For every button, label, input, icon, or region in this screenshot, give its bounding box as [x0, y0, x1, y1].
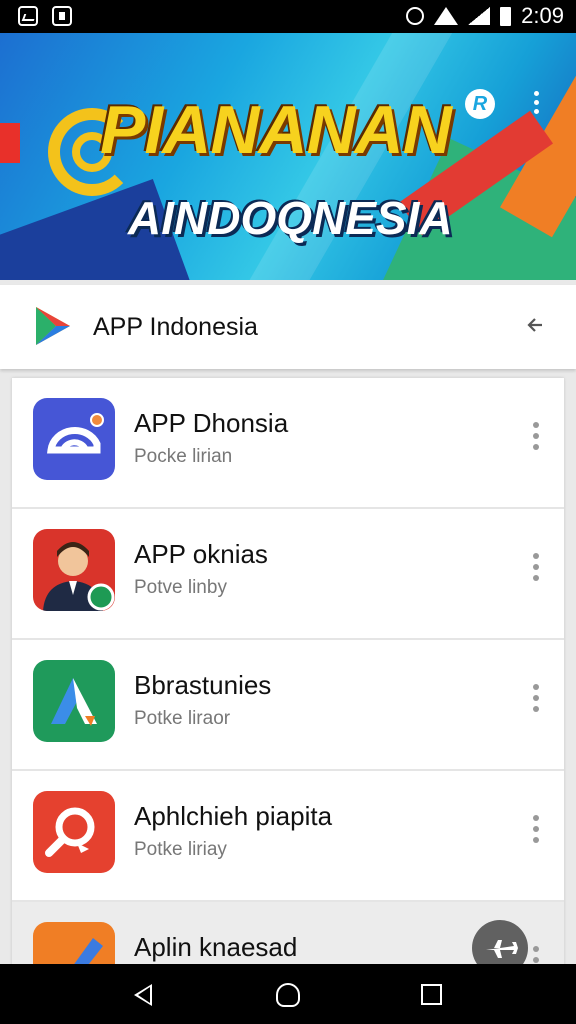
wifi-icon	[434, 7, 459, 25]
back-arrow-icon[interactable]	[526, 315, 546, 335]
app-title: Aplin knaesad	[134, 932, 298, 962]
app-title: Aphlchieh piapita	[134, 801, 333, 831]
app-bar-title: APP Indonesia	[93, 313, 258, 341]
status-time: 2:09	[521, 3, 564, 28]
cloud-app-icon	[33, 398, 115, 480]
arrow-app-icon	[33, 660, 115, 742]
list-item[interactable]: APP Dhonsia Pocke lirian	[12, 378, 564, 509]
promo-banner[interactable]: PIANANAN AINDOQNESIA R	[0, 33, 576, 280]
more-options-icon[interactable]	[532, 422, 540, 454]
search-app-icon	[33, 791, 115, 873]
alarm-icon	[406, 7, 425, 25]
system-nav-bar	[0, 964, 576, 1024]
app-subtitle: Potke liraor	[134, 708, 231, 729]
banner-subtitle: AINDOQNESIA	[128, 192, 453, 244]
app-subtitle: Pocke lirian	[134, 446, 233, 467]
banner-more-icon[interactable]	[532, 91, 540, 117]
more-options-icon[interactable]	[532, 815, 540, 847]
app-title: APP Dhonsia	[134, 408, 289, 438]
nav-home-icon[interactable]	[276, 983, 300, 1007]
app-bar: APP Indonesia	[0, 285, 576, 369]
check-app-icon	[33, 922, 115, 968]
status-bar: 2:09	[0, 0, 576, 33]
nav-recent-apps-icon[interactable]	[421, 984, 442, 1005]
badge-icon[interactable]: R	[465, 89, 495, 119]
app-subtitle: Potve linby	[134, 577, 227, 598]
app-list: APP Dhonsia Pocke lirian APP oknias Potv…	[12, 378, 564, 968]
signal-icon	[468, 7, 491, 25]
nav-back-icon[interactable]	[134, 984, 152, 1006]
list-item[interactable]: APP oknias Potve linby	[12, 509, 564, 640]
list-item[interactable]: Bbrastunies Potke liraor	[12, 640, 564, 771]
notification-icon	[18, 6, 38, 26]
app-subtitle: Potke liriay	[134, 839, 227, 860]
app-logo-icon	[36, 307, 70, 345]
list-item[interactable]: Aphlchieh piapita Potke liriay	[12, 771, 564, 902]
more-options-icon[interactable]	[532, 684, 540, 716]
app-title: APP oknias	[134, 539, 268, 569]
battery-icon	[500, 6, 512, 26]
photo-icon	[52, 6, 72, 26]
avatar-app-icon	[33, 529, 115, 611]
banner-title: PIANANAN	[100, 92, 452, 168]
app-title: Bbrastunies	[134, 670, 272, 700]
more-options-icon[interactable]	[532, 553, 540, 585]
